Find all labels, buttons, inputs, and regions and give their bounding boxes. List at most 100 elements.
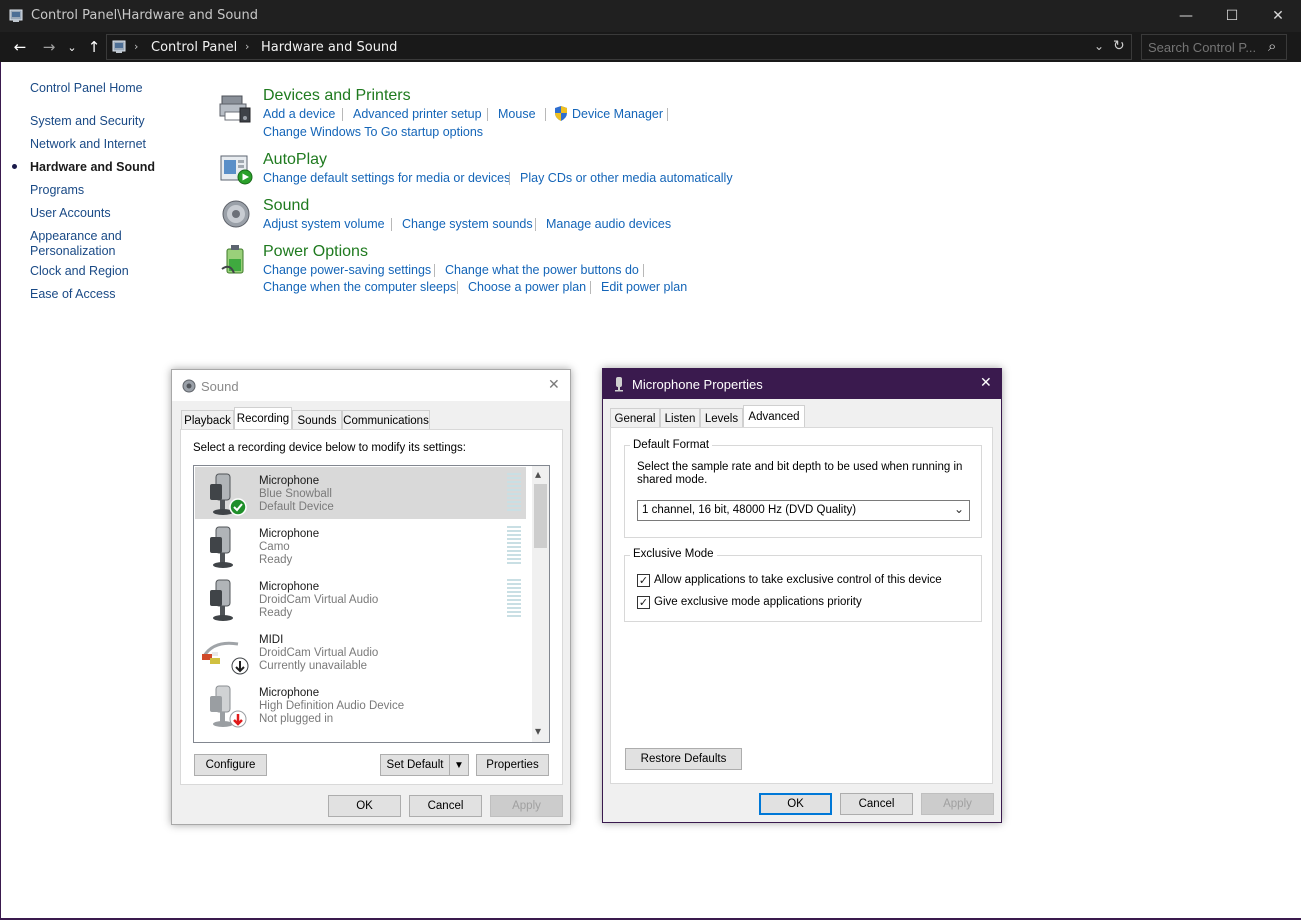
- tab-general[interactable]: General: [610, 408, 660, 428]
- speaker-icon: [222, 200, 250, 228]
- device-status: Default Device: [259, 501, 334, 513]
- window-left-border: [0, 62, 1, 918]
- link-advanced-printer-setup[interactable]: Advanced printer setup: [353, 107, 482, 121]
- sample-rate-dropdown[interactable]: 1 channel, 16 bit, 48000 Hz (DVD Quality…: [637, 500, 970, 521]
- level-meter: [507, 473, 521, 513]
- link-separator: [342, 108, 343, 121]
- default-format-description: Select the sample rate and bit depth to …: [637, 461, 963, 486]
- devices-and-printers-title[interactable]: Devices and Printers: [263, 87, 411, 105]
- recording-device-list[interactable]: Microphone Blue Snowball Default Device …: [193, 465, 550, 743]
- set-default-dropdown-button[interactable]: ▼: [449, 754, 469, 776]
- nav-programs[interactable]: Programs: [30, 183, 84, 197]
- address-box[interactable]: › Control Panel › Hardware and Sound ⌄ ↻: [106, 34, 1132, 60]
- close-button[interactable]: ✕: [1255, 0, 1301, 32]
- link-change-power-buttons[interactable]: Change what the power buttons do: [445, 263, 639, 277]
- autoplay-title[interactable]: AutoPlay: [263, 151, 327, 169]
- refresh-icon[interactable]: ↻: [1113, 38, 1125, 54]
- microphone-icon: [210, 685, 247, 728]
- search-icon[interactable]: ⌕: [1268, 37, 1276, 55]
- power-options-title[interactable]: Power Options: [263, 243, 368, 261]
- nav-hardware-and-sound[interactable]: Hardware and Sound: [30, 160, 155, 174]
- allow-exclusive-label[interactable]: Allow applications to take exclusive con…: [654, 574, 942, 586]
- tab-listen[interactable]: Listen: [660, 408, 700, 428]
- midi-cable-icon: [202, 641, 249, 675]
- exclusive-priority-checkbox[interactable]: ✓: [637, 596, 650, 609]
- tab-advanced[interactable]: Advanced: [743, 405, 805, 428]
- up-button[interactable]: ↑: [84, 38, 104, 56]
- nav-appearance-and-personalization[interactable]: Appearance and: [30, 229, 122, 243]
- nav-control-panel-home[interactable]: Control Panel Home: [30, 81, 143, 95]
- title-bar: Control Panel\Hardware and Sound — ☐ ✕: [0, 0, 1301, 32]
- recent-locations-button[interactable]: ⌄: [64, 38, 80, 56]
- nav-ease-of-access[interactable]: Ease of Access: [30, 287, 115, 301]
- apply-button[interactable]: Apply: [921, 793, 994, 815]
- default-format-label: Default Format: [630, 439, 713, 451]
- tab-sounds[interactable]: Sounds: [292, 410, 342, 430]
- link-separator: [643, 264, 644, 277]
- search-input[interactable]: [1148, 39, 1266, 55]
- minimize-button[interactable]: —: [1163, 0, 1209, 32]
- link-choose-a-power-plan[interactable]: Choose a power plan: [468, 280, 586, 294]
- back-button[interactable]: ←: [10, 38, 30, 56]
- sound-title[interactable]: Sound: [263, 197, 309, 215]
- breadcrumb-hardware-and-sound[interactable]: Hardware and Sound: [261, 40, 397, 55]
- sound-dialog-close-button[interactable]: ✕: [548, 377, 560, 393]
- device-name: Microphone: [259, 581, 320, 593]
- scroll-down-arrow[interactable]: ▾: [535, 724, 541, 738]
- apply-button[interactable]: Apply: [490, 795, 563, 817]
- set-default-button[interactable]: Set Default: [380, 754, 449, 776]
- properties-button[interactable]: Properties: [476, 754, 549, 776]
- nav-appearance-and-personalization-line2[interactable]: Personalization: [30, 244, 115, 258]
- ok-button[interactable]: OK: [328, 795, 401, 817]
- tab-playback[interactable]: Playback: [181, 410, 234, 430]
- link-separator: [509, 172, 510, 185]
- link-adjust-system-volume[interactable]: Adjust system volume: [263, 217, 385, 231]
- link-play-cds-automatically[interactable]: Play CDs or other media automatically: [520, 171, 733, 185]
- link-edit-power-plan[interactable]: Edit power plan: [601, 280, 687, 294]
- device-description: High Definition Audio Device: [259, 700, 405, 712]
- address-dropdown-icon[interactable]: ⌄: [1094, 39, 1104, 53]
- control-panel-icon: [9, 9, 23, 22]
- link-separator: [545, 108, 546, 121]
- ok-button[interactable]: OK: [759, 793, 832, 815]
- link-change-default-media-settings[interactable]: Change default settings for media or dev…: [263, 171, 510, 185]
- mic-dialog-close-button[interactable]: ✕: [980, 375, 992, 391]
- link-device-manager[interactable]: Device Manager: [572, 107, 663, 121]
- device-status: Ready: [259, 554, 293, 566]
- tab-levels[interactable]: Levels: [700, 408, 743, 428]
- restore-defaults-button[interactable]: Restore Defaults: [625, 748, 742, 770]
- device-description: Camo: [259, 541, 290, 553]
- link-add-a-device[interactable]: Add a device: [263, 107, 335, 121]
- tab-communications[interactable]: Communications: [342, 410, 430, 430]
- cancel-button[interactable]: Cancel: [840, 793, 913, 815]
- link-change-power-saving-settings[interactable]: Change power-saving settings: [263, 263, 431, 277]
- nav-user-accounts[interactable]: User Accounts: [30, 206, 111, 220]
- scrollbar-thumb[interactable]: [534, 484, 547, 548]
- allow-exclusive-checkbox[interactable]: ✓: [637, 574, 650, 587]
- mic-dialog-title: Microphone Properties: [632, 377, 763, 392]
- device-description: DroidCam Virtual Audio: [259, 647, 379, 659]
- nav-system-and-security[interactable]: System and Security: [30, 114, 145, 128]
- configure-button[interactable]: Configure: [194, 754, 267, 776]
- link-change-system-sounds[interactable]: Change system sounds: [402, 217, 533, 231]
- chevron-down-icon[interactable]: ⌄: [954, 502, 964, 516]
- cancel-button[interactable]: Cancel: [409, 795, 482, 817]
- breadcrumb-control-panel[interactable]: Control Panel: [151, 40, 237, 55]
- exclusive-priority-label[interactable]: Give exclusive mode applications priorit…: [654, 596, 862, 608]
- link-change-when-computer-sleeps[interactable]: Change when the computer sleeps: [263, 280, 456, 294]
- link-manage-audio-devices[interactable]: Manage audio devices: [546, 217, 671, 231]
- tab-recording[interactable]: Recording: [234, 407, 292, 430]
- control-panel-icon: [112, 40, 126, 53]
- sound-dialog: Sound ✕ Playback Recording Sounds Commun…: [171, 369, 571, 825]
- link-mouse[interactable]: Mouse: [498, 107, 536, 121]
- maximize-button[interactable]: ☐: [1209, 0, 1255, 32]
- check-icon: ✓: [638, 574, 649, 587]
- scroll-up-arrow[interactable]: ▴: [535, 467, 541, 481]
- forward-button[interactable]: →: [39, 38, 59, 56]
- search-box[interactable]: ⌕: [1141, 34, 1287, 60]
- device-name: Microphone: [259, 528, 320, 540]
- nav-clock-and-region[interactable]: Clock and Region: [30, 264, 129, 278]
- link-change-windows-to-go[interactable]: Change Windows To Go startup options: [263, 125, 483, 139]
- address-bar: ← → ⌄ ↑ › Control Panel › Hardware and S…: [0, 32, 1301, 62]
- nav-network-and-internet[interactable]: Network and Internet: [30, 137, 146, 151]
